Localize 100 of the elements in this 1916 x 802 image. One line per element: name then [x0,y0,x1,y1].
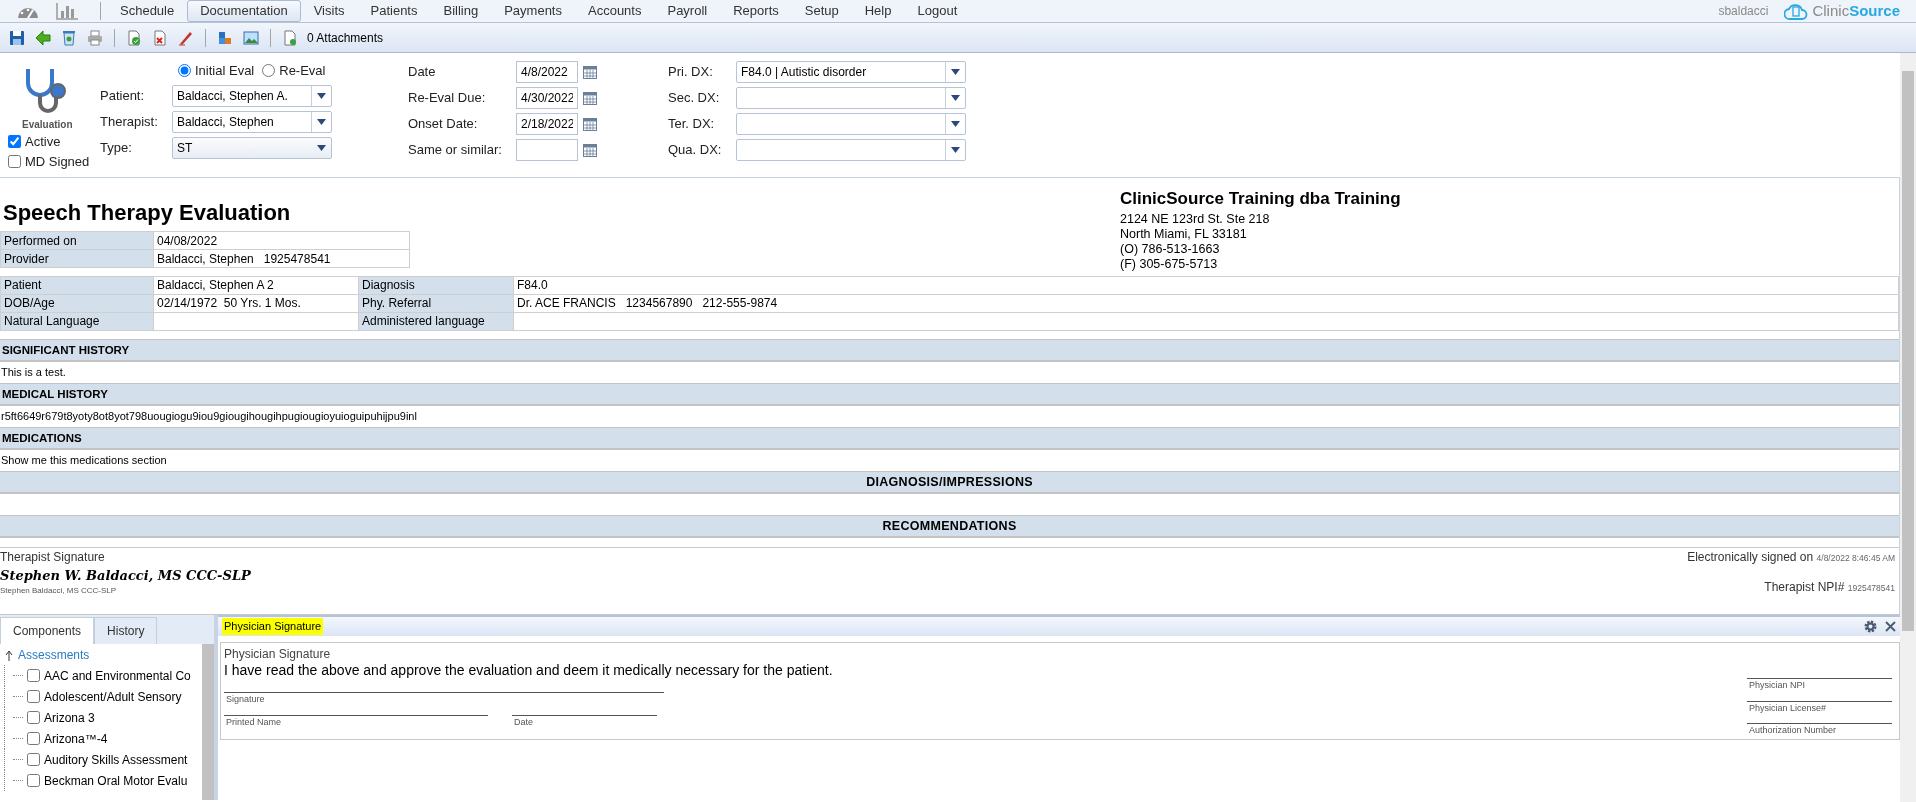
close-icon[interactable] [1885,621,1896,632]
date-field[interactable]: 4/30/2022 [516,87,578,109]
signed-on-text: Electronically signed on 4/8/2022 8:46:45 AM [1687,548,1895,566]
signature-line: Signature [224,692,664,707]
menu-item[interactable]: Setup [791,0,852,22]
field-value: 02/14/1972 50 Yrs. 1 Mos. [153,294,359,312]
dropdown-field[interactable]: F84.0 | Autistic disorder [736,61,966,83]
save-icon[interactable] [9,29,25,46]
company-address-line: 2124 NE 123rd St. Ste 218 [1120,211,1271,227]
company-address-line: (F) 305-675-5713 [1120,256,1219,272]
checkbox[interactable] [27,690,40,703]
printed-name-line: Printed Name [224,714,488,729]
menu-item[interactable]: Patients [357,0,431,22]
date-field[interactable] [516,139,578,161]
tree-item-label[interactable]: Auditory Skills Assessment [44,750,188,769]
menu-item[interactable]: Documentation [187,0,301,22]
tree-item-label[interactable]: Adolescent/Adult Sensory [44,687,182,706]
field-value: Baldacci, Stephen A 2 [153,276,359,294]
section-text: This is a test. [0,364,67,380]
checkbox[interactable] [27,753,40,766]
recycle-bin-icon[interactable] [61,29,77,46]
date-field[interactable]: 4/8/2022 [516,61,578,83]
dropdown-field[interactable]: Baldacci, Stephen A. [172,84,332,107]
caret-icon [317,92,326,99]
calendar-icon[interactable] [583,143,597,157]
bar-chart-icon[interactable] [56,2,78,20]
username: sbaldacci [1718,3,1769,20]
back-arrow-icon[interactable] [35,29,51,46]
menu-item[interactable]: Reports [720,0,792,22]
signature-label: Therapist Signature [0,548,106,566]
field-label: Therapist: [100,112,159,131]
company-address-line: (O) 786-513-1663 [1120,241,1221,257]
dropdown-field[interactable] [736,87,966,109]
checkbox[interactable] [27,732,40,745]
tree-item-label[interactable]: Arizona 3 [44,708,95,727]
document-check-icon[interactable] [126,29,142,46]
menu-item[interactable]: Payments [491,0,575,22]
attachments-count[interactable]: 0 Attachments [307,28,384,47]
checkbox-label: Active [25,133,61,151]
field-label: Diagnosis [358,276,514,294]
field-label: Pri. DX: [668,63,714,82]
radio-label: Initial Eval [195,62,255,80]
tree-item-label[interactable]: Arizona™-4 [44,729,108,748]
menu-item[interactable]: Help [851,0,905,22]
caret-icon [317,118,326,125]
document-delete-icon[interactable] [152,29,168,46]
settings-icon[interactable] [1864,620,1877,633]
scrollbar[interactable] [1900,53,1916,802]
calendar-icon[interactable] [583,91,597,105]
field-label: Re-Eval Due: [408,89,487,108]
radio-button[interactable] [178,64,191,78]
date-field[interactable]: 2/18/2022 [516,113,578,135]
checkbox[interactable] [8,135,21,149]
section-heading: DIAGNOSIS/IMPRESSIONS [0,470,1899,494]
checkbox[interactable] [27,774,40,787]
expanded-arrow-icon[interactable] [4,648,14,661]
field-label: Qua. DX: [668,141,723,160]
dropdown-field[interactable]: ST [172,136,332,159]
radio-button[interactable] [262,64,276,78]
image-icon[interactable] [243,29,259,46]
attachment-document-icon[interactable] [282,29,298,46]
field-label: Date [408,63,437,82]
form-line: Physician NPI [1747,678,1892,693]
menu-item[interactable]: Logout [904,0,971,22]
field-label: Sec. DX: [668,89,721,108]
field-label: Same or similar: [408,141,503,160]
date-line: Date [512,714,657,729]
pen-icon[interactable] [178,29,194,46]
section-heading: RECOMMENDATIONS [0,514,1899,538]
dropdown-field[interactable] [736,113,966,135]
menu-item[interactable]: Accounts [575,0,655,22]
menu-item[interactable]: Billing [430,0,492,22]
tree-item-label[interactable]: AAC and Environmental Co [44,666,191,685]
checkbox[interactable] [27,711,40,724]
menu-item[interactable]: Schedule [107,0,188,22]
field-label: Type: [100,138,133,157]
calendar-icon[interactable] [583,65,597,79]
section-text: r5ft6649r679t8yoty8ot8yot798uougiogu9iou9giougihougihpugiougioyuioguipuhijpu9inl [0,408,418,424]
checkbox-label: MD Signed [25,152,90,171]
signature-caption: Physician Signature [224,646,332,663]
logo-text: ClinicSource [1812,0,1900,21]
caret-icon [951,121,960,127]
panel-tab[interactable]: Components [0,617,95,644]
checkbox[interactable] [8,154,21,168]
panel-tab[interactable]: History [94,617,158,644]
caret-icon [951,95,960,101]
tree-item-label[interactable]: Beckman Oral Motor Evalu [44,771,188,790]
scrollbar[interactable] [202,644,214,800]
field-value: Dr. ACE FRANCIS 1234567890 212-555-9874 [513,294,1899,312]
printer-icon[interactable] [87,29,103,46]
field-label: Performed on [0,231,154,250]
dropdown-field[interactable] [736,139,966,161]
company-address-line: North Miami, FL 33181 [1120,226,1248,242]
dropdown-field[interactable]: Baldacci, Stephen [172,110,332,133]
menu-item[interactable]: Payroll [654,0,721,22]
checkbox[interactable] [27,669,40,682]
menu-item[interactable]: Visits [300,0,358,22]
field-value: Baldacci, Stephen 1925478541 [153,249,410,268]
tree-group-label[interactable]: Assessments [18,645,90,664]
calendar-icon[interactable] [583,117,597,131]
